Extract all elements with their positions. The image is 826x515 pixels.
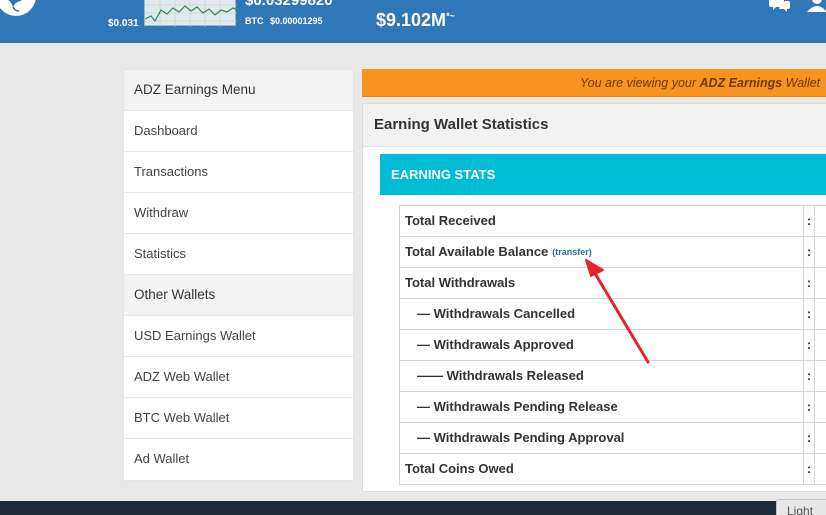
stat-separator: :: [803, 330, 815, 360]
sidebar-heading-earnings-menu: ADZ Earnings Menu: [124, 70, 353, 111]
stat-row-withdrawals-released: —— Withdrawals Released :: [399, 361, 826, 392]
stat-label: —— Withdrawals Released: [417, 368, 584, 383]
footer-theme-button[interactable]: Light: [776, 499, 826, 515]
stat-row-withdrawals-cancelled: — Withdrawals Cancelled :: [399, 299, 826, 330]
market-cap-suffix: *~: [446, 11, 455, 21]
sidebar-item-ad-wallet[interactable]: Ad Wallet: [124, 439, 353, 480]
notice-wallet-name: ADZ Earnings: [699, 76, 783, 90]
earning-stats-header: EARNING STATS: [380, 154, 826, 195]
stat-row-total-received: Total Received :: [399, 206, 826, 237]
stat-separator: :: [803, 392, 815, 422]
market-cap: $9.102M*~: [376, 10, 455, 31]
logo-icon[interactable]: [0, 0, 36, 16]
stat-separator: :: [803, 268, 815, 298]
transfer-link[interactable]: (transfer): [552, 247, 592, 257]
stat-label: Total Withdrawals: [405, 275, 516, 290]
top-header: $0.031 $0.03299820 BTC $0.00001295 $9.10…: [0, 0, 826, 43]
chat-icon[interactable]: [769, 0, 791, 18]
price-usd: $0.03299820: [245, 0, 333, 9]
stat-row-total-coins-owed: Total Coins Owed :: [399, 454, 826, 485]
stat-row-withdrawals-pending-approval: — Withdrawals Pending Approval :: [399, 423, 826, 454]
sidebar-item-adz-web-wallet[interactable]: ADZ Web Wallet: [124, 357, 353, 398]
stat-label-wrap: Total Available Balance (transfer): [405, 237, 592, 268]
statistics-panel: Earning Wallet Statistics EARNING STATS …: [362, 103, 826, 492]
stat-separator: :: [803, 206, 815, 236]
sidebar-item-usd-earnings-wallet[interactable]: USD Earnings Wallet: [124, 316, 353, 357]
stat-row-total-available-balance: Total Available Balance (transfer) :: [399, 237, 826, 268]
notice-suffix: Wallet: [782, 76, 821, 90]
notice-prefix: You are viewing your: [580, 76, 700, 90]
user-icon[interactable]: [806, 0, 826, 17]
stat-label: — Withdrawals Pending Release: [417, 399, 618, 414]
stat-row-withdrawals-approved: — Withdrawals Approved :: [399, 330, 826, 361]
stat-row-total-withdrawals: Total Withdrawals :: [399, 268, 826, 299]
sidebar-item-dashboard[interactable]: Dashboard: [124, 111, 353, 152]
stat-label: Total Received: [405, 213, 496, 228]
market-cap-value: $9.102M: [376, 10, 447, 30]
sidebar-item-btc-web-wallet[interactable]: BTC Web Wallet: [124, 398, 353, 439]
price-low: $0.031: [108, 18, 139, 29]
stat-label: — Withdrawals Pending Approval: [417, 430, 625, 445]
stat-separator: :: [803, 237, 815, 267]
wallet-notice-banner: You are viewing your ADZ Earnings Wallet: [362, 69, 826, 97]
sparkline-chart: [144, 0, 238, 27]
btc-price: $0.00001295: [270, 16, 323, 26]
panel-title: Earning Wallet Statistics: [363, 104, 826, 147]
stat-label: Total Available Balance: [405, 244, 549, 259]
stat-label: Total Coins Owed: [405, 461, 514, 476]
footer-bar: [0, 501, 826, 515]
stat-row-withdrawals-pending-release: — Withdrawals Pending Release :: [399, 392, 826, 423]
stat-label: — Withdrawals Approved: [417, 337, 574, 352]
stat-separator: :: [803, 454, 815, 484]
stat-separator: :: [803, 361, 815, 391]
sidebar-item-withdraw[interactable]: Withdraw: [124, 193, 353, 234]
btc-label: BTC: [245, 16, 264, 26]
stat-separator: :: [803, 423, 815, 453]
stat-separator: :: [803, 299, 815, 329]
earning-stats-table: Total Received : Total Available Balance…: [399, 205, 826, 485]
sidebar-item-statistics[interactable]: Statistics: [124, 234, 353, 275]
stat-label: — Withdrawals Cancelled: [417, 306, 576, 321]
sidebar-heading-other-wallets: Other Wallets: [124, 275, 353, 316]
sidebar-item-transactions[interactable]: Transactions: [124, 152, 353, 193]
sidebar: ADZ Earnings Menu Dashboard Transactions…: [123, 69, 354, 481]
